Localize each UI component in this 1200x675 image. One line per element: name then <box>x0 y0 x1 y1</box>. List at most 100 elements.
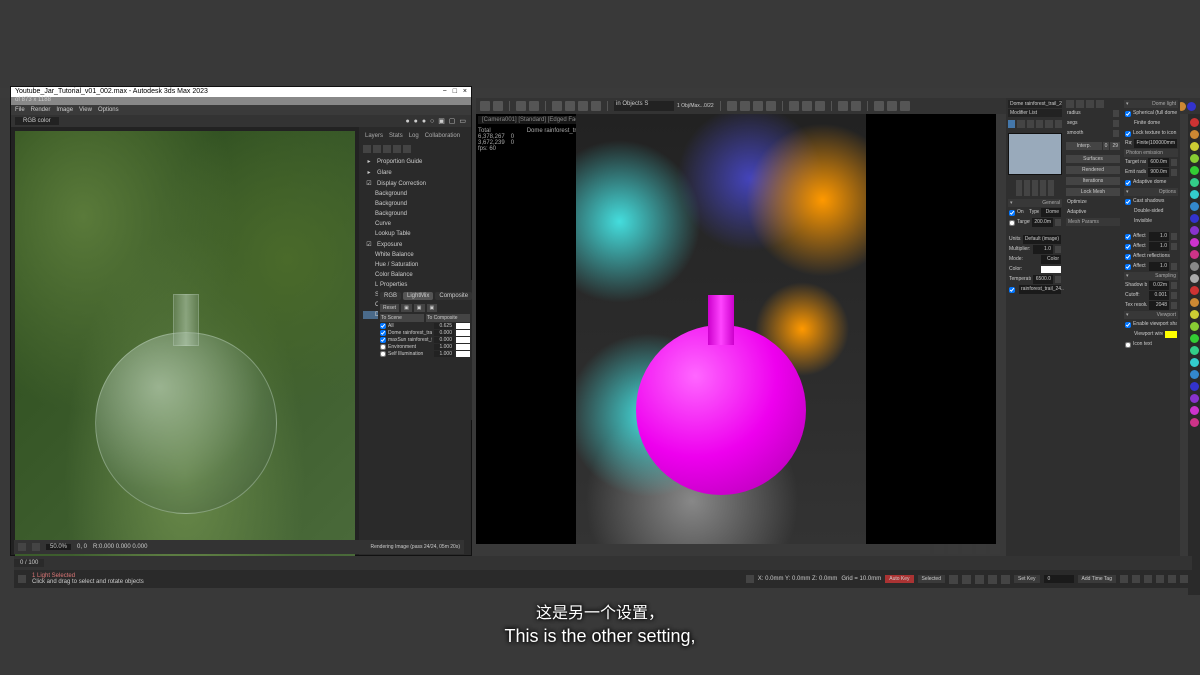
aff-spec-checkbox[interactable] <box>1125 244 1131 250</box>
mix-row-cb-1[interactable] <box>380 330 386 336</box>
tree-bg1[interactable]: Background <box>375 191 407 197</box>
general-rollout[interactable]: General <box>1042 200 1060 206</box>
tree-bg2[interactable]: Background <box>375 201 407 207</box>
utilities-tab-icon[interactable] <box>1055 120 1062 128</box>
iterations-button[interactable]: Iterations <box>1066 177 1120 185</box>
move-icon[interactable] <box>727 101 737 111</box>
mix-row-val-4[interactable]: 1.000 <box>434 351 454 357</box>
time-slider-handle[interactable]: 0 / 100 <box>14 559 44 567</box>
filter-icon[interactable] <box>591 101 601 111</box>
texres-field[interactable]: 2048 <box>1149 301 1169 310</box>
auto-key-button[interactable]: Auto Key <box>885 575 913 583</box>
emit-radius-field[interactable]: 900.0m <box>1148 168 1169 177</box>
maximize-icon[interactable]: □ <box>453 88 457 95</box>
max-toggle-icon[interactable] <box>1180 575 1188 583</box>
icon-text-checkbox[interactable] <box>1125 342 1131 348</box>
link-icon[interactable] <box>516 101 526 111</box>
slider-3[interactable] <box>1032 180 1038 196</box>
material-editor-icon[interactable] <box>874 101 884 111</box>
copy-layer-icon[interactable] <box>393 145 401 153</box>
render-frame-icon[interactable] <box>900 101 910 111</box>
type-dropdown[interactable]: Dome <box>1041 208 1061 217</box>
tree-colorbal[interactable]: Color Balance <box>375 272 413 278</box>
channel-r-icon[interactable]: ● <box>405 118 409 125</box>
side-tab-log[interactable]: Log <box>409 133 419 139</box>
units-dropdown[interactable]: Default (image) <box>1023 235 1061 244</box>
render-image[interactable] <box>15 131 355 559</box>
mix-row-cb-4[interactable] <box>380 351 386 357</box>
aff-atm-field[interactable]: 1.0 <box>1149 262 1169 271</box>
mix-row-cb-0[interactable] <box>380 323 386 329</box>
select-region-icon[interactable] <box>578 101 588 111</box>
interp-button[interactable]: Interp. <box>1066 142 1102 150</box>
mix-row-val-0[interactable]: 0.625 <box>434 323 454 329</box>
add-layer-icon[interactable] <box>363 145 371 153</box>
slider-1[interactable] <box>1016 180 1022 196</box>
field-of-view-icon[interactable] <box>1144 575 1152 583</box>
prev-frame-icon[interactable] <box>962 575 971 584</box>
mix-row-val-2[interactable]: 0.000 <box>434 337 454 343</box>
spherical-checkbox[interactable] <box>1125 111 1131 117</box>
tree-hue[interactable]: Hue / Saturation <box>375 262 418 268</box>
interp-0-button[interactable]: 0 <box>1103 142 1110 150</box>
zoom-all-icon[interactable] <box>1132 575 1140 583</box>
surfaces-button[interactable]: Surfaces <box>1066 155 1120 163</box>
aff-diffuse-field[interactable]: 1.0 <box>1149 232 1169 241</box>
to-comp-button[interactable]: To Composite <box>426 314 470 322</box>
stop-icon[interactable] <box>32 543 40 551</box>
on-checkbox[interactable] <box>1009 210 1015 216</box>
mix-tab-rgb[interactable]: RGB <box>380 292 401 300</box>
goto-end-icon[interactable] <box>1001 575 1010 584</box>
close-icon[interactable]: × <box>463 88 467 95</box>
slider-5[interactable] <box>1048 180 1054 196</box>
lockmesh-button[interactable]: Lock Mesh <box>1066 188 1120 196</box>
pan-icon[interactable] <box>920 544 930 554</box>
mix-row-val-3[interactable]: 1.000 <box>434 344 454 350</box>
enable-vp-checkbox[interactable] <box>1125 322 1131 328</box>
side-tab-layers[interactable]: Layers <box>365 133 383 139</box>
modify-tab-icon[interactable] <box>1017 120 1024 128</box>
maxscript-icon[interactable] <box>18 575 26 583</box>
viewport[interactable]: [Camera001] [Standard] [Edged Faces] Tot… <box>476 114 996 544</box>
tree-curve[interactable]: Curve <box>375 221 391 227</box>
aff-spec-field[interactable]: 1.0 <box>1149 242 1169 251</box>
orbit-icon[interactable] <box>934 544 944 554</box>
map-checkbox[interactable] <box>1009 287 1015 293</box>
lock-tex-checkbox[interactable] <box>1125 131 1131 137</box>
menu-image[interactable]: Image <box>56 107 73 113</box>
select-name-icon[interactable] <box>565 101 575 111</box>
targeted-checkbox[interactable] <box>1009 220 1015 226</box>
mix-row-color-4[interactable] <box>456 351 470 357</box>
sampling-rollout[interactable]: Sampling <box>1155 273 1176 279</box>
placement-icon[interactable] <box>766 101 776 111</box>
redo-icon[interactable] <box>493 101 503 111</box>
hierarchy-tab-icon[interactable] <box>1027 120 1034 128</box>
display-tab-icon[interactable] <box>1045 120 1052 128</box>
align-icon[interactable] <box>851 101 861 111</box>
set-key-button[interactable]: Set Key <box>1014 575 1040 583</box>
slider-2[interactable] <box>1024 180 1030 196</box>
target-radius-field[interactable]: 600.0m <box>1148 158 1169 167</box>
create-tab-icon[interactable] <box>1008 120 1015 128</box>
mix-icon-2[interactable]: ▣ <box>414 304 425 312</box>
selected-dropdown[interactable]: Selected <box>918 575 945 583</box>
current-frame-field[interactable]: 0 <box>1044 575 1074 583</box>
multiplier-field[interactable]: 1.0 <box>1033 245 1053 254</box>
minimize-icon[interactable]: − <box>443 88 447 95</box>
channel-g-icon[interactable]: ● <box>414 118 418 125</box>
rendered-button[interactable]: Rendered <box>1066 166 1120 174</box>
c2-ico2[interactable] <box>1076 100 1084 108</box>
dolly-icon[interactable] <box>948 544 958 554</box>
viewport-label[interactable]: [Camera001] [Standard] [Edged Faces] <box>478 116 590 124</box>
mirror-icon[interactable] <box>838 101 848 111</box>
zoom-extents-icon[interactable] <box>1120 575 1128 583</box>
map-button[interactable]: rainforest_trail_24... <box>1019 285 1061 294</box>
color-swatch[interactable] <box>1041 266 1061 273</box>
side-tab-collab[interactable]: Collaboration <box>425 133 460 139</box>
search-field[interactable]: in Objects S <box>614 101 674 111</box>
tree-lut[interactable]: Lookup Table <box>375 231 411 237</box>
tree-bg3[interactable]: Background <box>375 211 407 217</box>
rotate-icon[interactable] <box>740 101 750 111</box>
time-tag-button[interactable]: Add Time Tag <box>1078 575 1116 583</box>
next-frame-icon[interactable] <box>988 575 997 584</box>
